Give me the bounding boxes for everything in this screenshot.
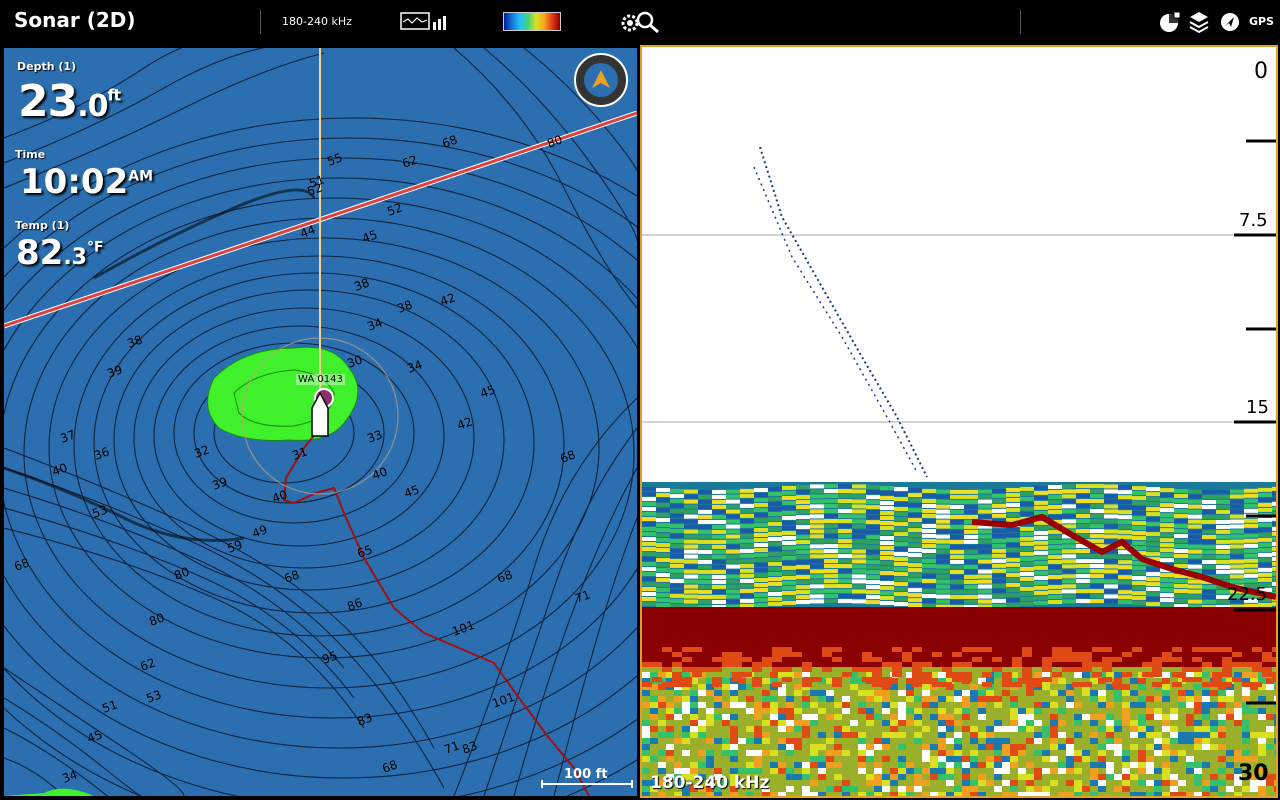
settings-search-icon[interactable]	[620, 10, 662, 38]
navigation-icon[interactable]	[1219, 10, 1241, 38]
sonar-display	[642, 47, 1276, 796]
gps-icon[interactable]: GPS	[1249, 15, 1274, 28]
depth-mark-22-5: 22.5	[1227, 584, 1268, 605]
depth-mark-15: 15	[1246, 397, 1269, 418]
divider	[1020, 10, 1021, 34]
sonar-view-icon[interactable]	[400, 10, 450, 36]
time-label: Time	[15, 148, 46, 161]
alarm-icon[interactable]	[1157, 10, 1181, 38]
divider	[260, 10, 261, 34]
depth-value: 23.0ft	[18, 76, 121, 127]
top-bar: Sonar (2D) 180-240 kHz GPS	[0, 0, 1280, 44]
depth-label: Depth (1)	[17, 60, 77, 73]
chart-map: 68 80625552515244 453838 423430 344542683938…	[4, 48, 637, 796]
sonar-frequency-label: 180-240 kHz	[650, 773, 770, 793]
temp-label: Temp (1)	[15, 219, 70, 232]
temp-value: 82.3°F	[16, 233, 104, 273]
page-title: Sonar (2D)	[14, 8, 136, 32]
time-value: 10:02AM	[20, 162, 154, 202]
chart-map-pane[interactable]: 68 80 62 55 52 51 52 44 45 38 38 42 34 30 34 45 42 68 39 38…	[4, 48, 637, 796]
map-scale-label: 100 ft	[564, 767, 608, 782]
waypoint-label[interactable]: WA 0143	[296, 374, 345, 385]
depth-mark-0: 0	[1254, 59, 1268, 84]
depth-mark-30: 30	[1238, 761, 1269, 786]
layers-icon[interactable]	[1188, 10, 1210, 40]
frequency-label: 180-240 kHz	[282, 15, 352, 28]
color-palette-icon[interactable]	[503, 12, 561, 31]
depth-mark-7-5: 7.5	[1239, 210, 1268, 231]
sonar-pane[interactable]: 0 7.5 15 22.5 30 180-240 kHz	[640, 45, 1278, 798]
